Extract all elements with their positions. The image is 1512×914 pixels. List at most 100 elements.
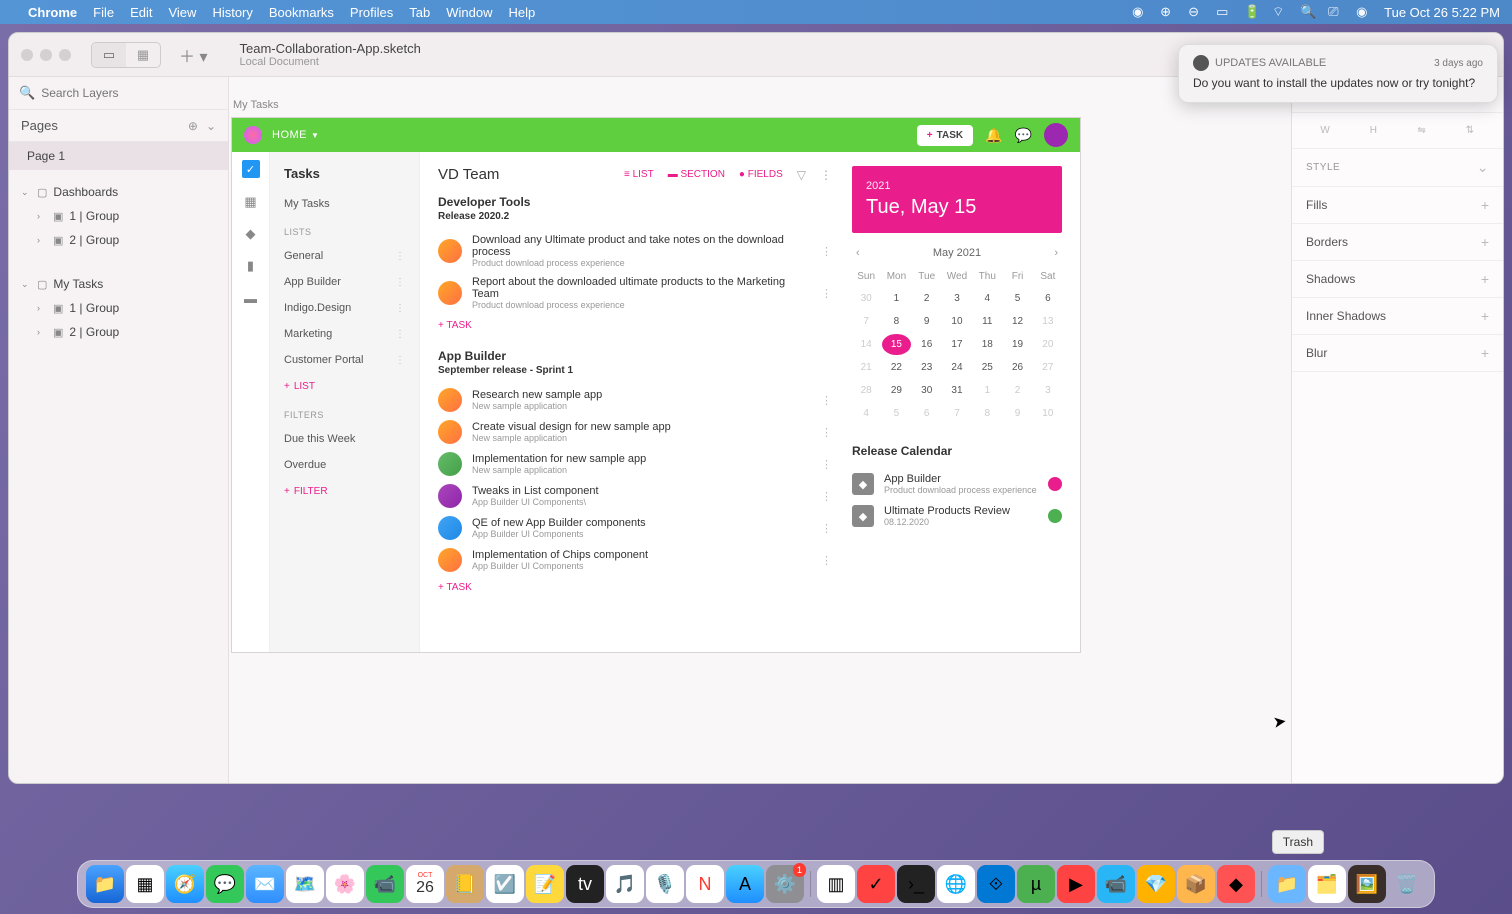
more-icon[interactable]: ⋮ bbox=[821, 394, 832, 407]
cal-day[interactable]: 18 bbox=[973, 334, 1001, 355]
dock-chrome-icon[interactable]: 🌐 bbox=[937, 865, 975, 903]
menu-help[interactable]: Help bbox=[509, 5, 536, 20]
minimize-button[interactable] bbox=[40, 49, 52, 61]
rail-chart-icon[interactable]: ▮ bbox=[243, 258, 259, 274]
more-icon[interactable]: ⋮ bbox=[821, 245, 832, 258]
dock-safari-icon[interactable]: 🧭 bbox=[166, 865, 204, 903]
inspector-section[interactable]: Borders+ bbox=[1292, 224, 1503, 261]
app-name[interactable]: Chrome bbox=[28, 5, 77, 20]
cal-day[interactable]: 12 bbox=[1003, 311, 1031, 332]
add-filter-button[interactable]: +FILTER bbox=[270, 478, 419, 505]
more-icon[interactable]: ⋮ bbox=[821, 490, 832, 503]
chat-icon[interactable]: 💬 bbox=[1015, 127, 1032, 144]
wifi-icon[interactable]: ⌔ bbox=[1272, 4, 1288, 20]
tree-mytasks[interactable]: ⌄▢My Tasks bbox=[9, 272, 228, 296]
cal-day[interactable]: 4 bbox=[973, 288, 1001, 309]
menu-tab[interactable]: Tab bbox=[409, 5, 430, 20]
dock-music-icon[interactable]: 🎵 bbox=[606, 865, 644, 903]
tree-group[interactable]: ›▣1 | Group bbox=[9, 296, 228, 320]
dock-zoom-icon[interactable]: 📹 bbox=[1097, 865, 1135, 903]
release-item[interactable]: ◆App BuilderProduct download process exp… bbox=[852, 468, 1062, 500]
clock[interactable]: Tue Oct 26 5:22 PM bbox=[1384, 5, 1500, 20]
dock-calendar-icon[interactable]: OCT26 bbox=[406, 865, 444, 903]
dock-app-icon[interactable]: ◆ bbox=[1217, 865, 1255, 903]
menu-history[interactable]: History bbox=[212, 5, 252, 20]
cal-day[interactable]: 5 bbox=[882, 403, 910, 424]
new-task-button[interactable]: +TASK bbox=[917, 125, 973, 146]
control-center-icon[interactable]: ⎚ bbox=[1328, 4, 1344, 20]
cal-day[interactable]: 21 bbox=[852, 357, 880, 378]
add-task-button[interactable]: + TASK bbox=[438, 576, 832, 605]
menu-edit[interactable]: Edit bbox=[130, 5, 152, 20]
dock-messages-icon[interactable]: 💬 bbox=[206, 865, 244, 903]
cal-day[interactable]: 20 bbox=[1034, 334, 1062, 355]
inspector-section[interactable]: Inner Shadows+ bbox=[1292, 298, 1503, 335]
zoom-button[interactable] bbox=[59, 49, 71, 61]
dock-facetime-icon[interactable]: 📹 bbox=[366, 865, 404, 903]
cal-day[interactable]: 13 bbox=[1034, 311, 1062, 332]
cal-day[interactable]: 25 bbox=[973, 357, 1001, 378]
inspector-section[interactable]: Shadows+ bbox=[1292, 261, 1503, 298]
dock-appstore-icon[interactable]: A bbox=[726, 865, 764, 903]
task-row[interactable]: Tweaks in List componentApp Builder UI C… bbox=[438, 480, 832, 512]
battery-icon[interactable]: 🔋 bbox=[1244, 4, 1260, 20]
task-row[interactable]: Research new sample appNew sample applic… bbox=[438, 384, 832, 416]
menu-view[interactable]: View bbox=[168, 5, 196, 20]
tree-dashboards[interactable]: ⌄▢Dashboards bbox=[9, 180, 228, 204]
dock-tv-icon[interactable]: tv bbox=[566, 865, 604, 903]
canvas[interactable]: My Tasks HOME▼ +TASK 🔔 💬 ✓ ▦ bbox=[229, 77, 1291, 783]
cal-day[interactable]: 22 bbox=[882, 357, 910, 378]
dock-vscode-icon[interactable]: ⟐ bbox=[977, 865, 1015, 903]
add-icon[interactable]: + bbox=[1481, 271, 1489, 287]
rail-folder-icon[interactable]: ▬ bbox=[243, 290, 259, 306]
add-page-icon[interactable]: ⊕ bbox=[188, 119, 198, 133]
list-item[interactable]: Marketing⋮ bbox=[270, 321, 419, 347]
more-icon[interactable]: ⋮ bbox=[820, 168, 832, 182]
list-item[interactable]: Indigo.Design⋮ bbox=[270, 295, 419, 321]
add-task-button[interactable]: + TASK bbox=[438, 314, 832, 343]
add-icon[interactable]: + bbox=[1481, 345, 1489, 361]
cal-day[interactable]: 23 bbox=[913, 357, 941, 378]
list-item[interactable]: Customer Portal⋮ bbox=[270, 347, 419, 373]
dock-launchpad-icon[interactable]: ▦ bbox=[126, 865, 164, 903]
cal-day[interactable]: 16 bbox=[913, 334, 941, 355]
display-icon[interactable]: ▭ bbox=[1216, 4, 1232, 20]
inspector-section[interactable]: Fills+ bbox=[1292, 187, 1503, 224]
utorrent-icon[interactable]: ⊕ bbox=[1160, 4, 1176, 20]
rail-grid-icon[interactable]: ▦ bbox=[243, 194, 259, 210]
task-row[interactable]: Report about the downloaded ultimate pro… bbox=[438, 272, 832, 314]
cal-day[interactable]: 17 bbox=[943, 334, 971, 355]
dock-todoist-icon[interactable]: ✓ bbox=[857, 865, 895, 903]
cal-day[interactable]: 31 bbox=[943, 380, 971, 401]
dock-reminders-icon[interactable]: ☑️ bbox=[486, 865, 524, 903]
cal-day[interactable]: 9 bbox=[1003, 403, 1031, 424]
cal-day[interactable]: 2 bbox=[913, 288, 941, 309]
menu-file[interactable]: File bbox=[93, 5, 114, 20]
flip-icon[interactable]: ⇅ bbox=[1451, 125, 1489, 136]
dock-contacts-icon[interactable]: 📒 bbox=[446, 865, 484, 903]
view-fields[interactable]: ● FIELDS bbox=[739, 169, 783, 180]
dock-finder-icon[interactable]: 📁 bbox=[86, 865, 124, 903]
menu-window[interactable]: Window bbox=[446, 5, 492, 20]
cal-day[interactable]: 14 bbox=[852, 334, 880, 355]
cal-day[interactable]: 3 bbox=[1034, 380, 1062, 401]
cal-day[interactable]: 7 bbox=[852, 311, 880, 332]
list-item[interactable]: App Builder⋮ bbox=[270, 269, 419, 295]
dock-notes-icon[interactable]: 📝 bbox=[526, 865, 564, 903]
dock-maps-icon[interactable]: 🗺️ bbox=[286, 865, 324, 903]
cal-day[interactable]: 11 bbox=[973, 311, 1001, 332]
dock-trash-icon[interactable]: 🗑️ bbox=[1388, 865, 1426, 903]
cal-day[interactable]: 2 bbox=[1003, 380, 1031, 401]
cal-day[interactable]: 19 bbox=[1003, 334, 1031, 355]
insert-button[interactable]: ＋ ▾ bbox=[179, 43, 207, 67]
dock-anydesk-icon[interactable]: ▶ bbox=[1057, 865, 1095, 903]
artboard-mytasks[interactable]: HOME▼ +TASK 🔔 💬 ✓ ▦ ◆ ▮ ▬ bbox=[231, 117, 1081, 653]
canvas-view-icon[interactable]: ▭ bbox=[92, 43, 126, 67]
collapse-icon[interactable]: ⌄ bbox=[206, 119, 216, 133]
dock-downloads-icon[interactable]: 📁 bbox=[1268, 865, 1306, 903]
cal-day[interactable]: 24 bbox=[943, 357, 971, 378]
view-list[interactable]: ≡ LIST bbox=[624, 169, 654, 180]
dock-photos-icon[interactable]: 🌸 bbox=[326, 865, 364, 903]
menu-bookmarks[interactable]: Bookmarks bbox=[269, 5, 334, 20]
more-icon[interactable]: ⋮ bbox=[821, 426, 832, 439]
